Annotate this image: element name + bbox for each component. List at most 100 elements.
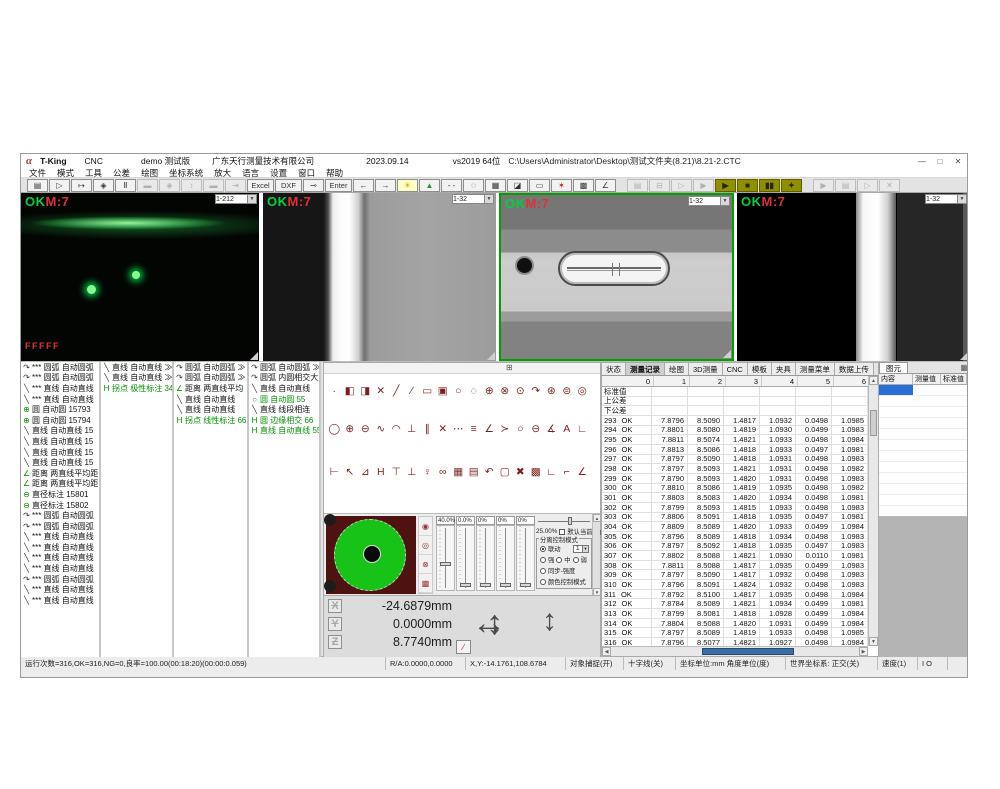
measurement-list-item[interactable]: ⊖ 直径标注 15802	[21, 500, 99, 511]
geometry-tool-icon[interactable]: ⊥	[405, 421, 420, 436]
geometry-tool-icon[interactable]: ≻	[498, 421, 513, 436]
measurement-list-item[interactable]: ╲ *** 直线 自动直线	[21, 532, 99, 543]
open2-button[interactable]: ▷	[857, 179, 878, 192]
linkage-channel-select[interactable]: 1▼	[573, 545, 589, 553]
measurement-list-item[interactable]: ↷ *** 圆弧 自动圆弧	[21, 362, 99, 373]
table-row[interactable]: 315OK 7.87978.50891.48191.09330.04981.09…	[602, 628, 868, 638]
menu-item[interactable]: 放大	[214, 167, 231, 179]
measurement-list-item[interactable]: ╲ 直线 自动直线	[174, 394, 247, 405]
minimize-button[interactable]: —	[913, 155, 931, 167]
geometry-tool-icon[interactable]: ◯	[327, 421, 342, 436]
light-slider[interactable]: 0%	[516, 516, 535, 591]
menu-item[interactable]: 文件	[29, 167, 46, 179]
table-row[interactable]: 307OK 7.88028.50881.48211.09300.01101.09…	[602, 551, 868, 561]
measurement-list-item[interactable]: ╲ *** 直线 自动直线	[21, 595, 99, 606]
geometry-tool-icon[interactable]: ◧	[343, 383, 358, 398]
strong-radio[interactable]	[540, 557, 546, 563]
geometry-tool-icon[interactable]: ◨	[358, 383, 373, 398]
geometry-tool-icon[interactable]: ∥	[420, 421, 435, 436]
geometry-tool-icon[interactable]: ▩	[529, 464, 544, 479]
camera-2-selector[interactable]: 1-32▼	[452, 194, 494, 204]
light-slider-track[interactable]	[516, 525, 535, 591]
measurement-list-item[interactable]: ╲ 直线 自动直线	[174, 404, 247, 415]
measurement-list-item[interactable]: ↷ 圆弧 内圆相交大角	[249, 373, 319, 384]
angle-plot-button[interactable]: ∕	[456, 640, 471, 654]
menu-item[interactable]: 窗口	[298, 167, 315, 179]
geometry-tool-icon[interactable]: ∟	[575, 421, 590, 436]
edge-detect-button[interactable]: Ⅱ	[115, 179, 136, 192]
measurement-list-item[interactable]: ╲ 直线 自动直线 ≫	[101, 373, 172, 384]
table-row[interactable]: 标准值	[602, 387, 868, 397]
geometry-tool-icon[interactable]: ∟	[544, 464, 559, 479]
table-row[interactable]: 299OK 7.87908.50931.48201.09310.04981.09…	[602, 474, 868, 484]
blank-button[interactable]: ▭	[529, 179, 550, 192]
probe-button[interactable]: ◈	[93, 179, 114, 192]
play-gray-button[interactable]: ▶	[693, 179, 714, 192]
light-panel-scrollbar[interactable]: ▲ ▼	[592, 514, 600, 596]
geometry-tool-icon[interactable]: ⊢	[327, 464, 342, 479]
light-mode-icon[interactable]: ⊗	[419, 555, 432, 574]
results-tab[interactable]: 测量菜单	[796, 363, 835, 375]
z-axis-button[interactable]: Z	[328, 635, 342, 649]
contrast-button[interactable]: ◪	[507, 179, 528, 192]
report-button[interactable]: ⊸	[303, 179, 324, 192]
geometry-tool-icon[interactable]: ↷	[529, 383, 544, 398]
geometry-tool-icon[interactable]: ↖	[343, 464, 358, 479]
table-row[interactable]: 308OK 7.88118.50881.48171.09350.04991.09…	[602, 561, 868, 571]
geometry-tool-icon[interactable]: ▢	[498, 464, 513, 479]
measurement-list-item[interactable]: ╲ 直线 自动直线 15	[21, 457, 99, 468]
linkage-radio[interactable]	[540, 546, 546, 552]
geometry-tool-icon[interactable]: ⊗	[498, 383, 513, 398]
enter-button[interactable]: Enter	[325, 179, 352, 192]
geometry-tool-icon[interactable]: ╱	[389, 383, 404, 398]
light-slider[interactable]: 40.0%	[436, 516, 455, 591]
run-stop-button[interactable]: ■	[737, 179, 758, 192]
geometry-tool-icon[interactable]: ≡	[467, 421, 482, 436]
run-fast-button[interactable]: ✦	[781, 179, 802, 192]
camera-3-selector[interactable]: 1-32▼	[688, 196, 730, 206]
measurement-list-item[interactable]: ╲ *** 直线 自动直线	[21, 584, 99, 595]
measurement-list-item[interactable]: ╲ 直线 自动直线 15	[21, 447, 99, 458]
goto-button[interactable]: ⇥	[225, 179, 246, 192]
measurement-list-item[interactable]: ╲ *** 直线 自动直线	[21, 383, 99, 394]
geometry-tool-icon[interactable]: ⊕	[482, 383, 497, 398]
measurement-list-item[interactable]: ∠ 距离 两直线平均	[174, 383, 247, 394]
close-button[interactable]: ✕	[949, 155, 967, 167]
y-axis-button[interactable]: Y	[328, 617, 342, 631]
x-axis-button[interactable]: X	[328, 599, 342, 613]
results-tab[interactable]: 数据上传	[835, 363, 874, 375]
resize-grip[interactable]	[250, 352, 258, 360]
geometry-tool-icon[interactable]: ⋯	[451, 421, 466, 436]
table-row[interactable]: 295OK 7.88118.50741.48211.09330.04981.09…	[602, 435, 868, 445]
geometry-tool-icon[interactable]: ▭	[420, 383, 435, 398]
measurement-list-item[interactable]: ╲ *** 直线 自动直线	[21, 542, 99, 553]
table-row[interactable]: 294OK 7.88018.50801.48191.09300.04991.09…	[602, 426, 868, 436]
run-pause-button[interactable]: ▮▮	[759, 179, 780, 192]
element-row[interactable]	[879, 385, 968, 396]
cut-button[interactable]: ✕	[879, 179, 900, 192]
menu-item[interactable]: 工具	[85, 167, 102, 179]
results-tab[interactable]: 夹具	[772, 363, 796, 375]
z-jog-arrows-icon[interactable]: ↕	[542, 606, 557, 636]
scroll-up-icon[interactable]: ▲	[869, 376, 878, 385]
horizontal-scrollbar[interactable]: ◀ ▶	[602, 646, 868, 656]
table-row[interactable]: 316OK 7.87968.50771.48211.09270.04981.09…	[602, 638, 868, 646]
zoom-slider-thumb[interactable]	[568, 517, 572, 525]
geometry-tool-icon[interactable]: ▣	[436, 383, 451, 398]
measurement-list-item[interactable]: ⊕ 圆 自动圆 15793	[21, 404, 99, 415]
geometry-tool-icon[interactable]: ◌	[467, 383, 482, 398]
light-slider-thumb[interactable]	[460, 583, 471, 587]
measurement-list-item[interactable]: ∠ 距离 两直线平均距	[21, 468, 99, 479]
geometry-tool-icon[interactable]: ○	[451, 383, 466, 398]
terrain-button[interactable]: ▲	[419, 179, 440, 192]
save-button[interactable]: ▤	[27, 179, 48, 192]
run-start-button[interactable]: ▶	[715, 179, 736, 192]
light-slider[interactable]: 0%	[476, 516, 495, 591]
probe-down-button[interactable]: ◈	[159, 179, 180, 192]
table-row[interactable]: 301OK 7.88038.50831.48201.09340.04981.09…	[602, 493, 868, 503]
magnifier-button[interactable]: ◌	[463, 179, 484, 192]
light-slider-track[interactable]	[456, 525, 475, 591]
geometry-tool-icon[interactable]: ✕	[436, 421, 451, 436]
stage-move-button[interactable]: ↦	[71, 179, 92, 192]
geometry-tool-icon[interactable]: ∠	[575, 464, 590, 479]
